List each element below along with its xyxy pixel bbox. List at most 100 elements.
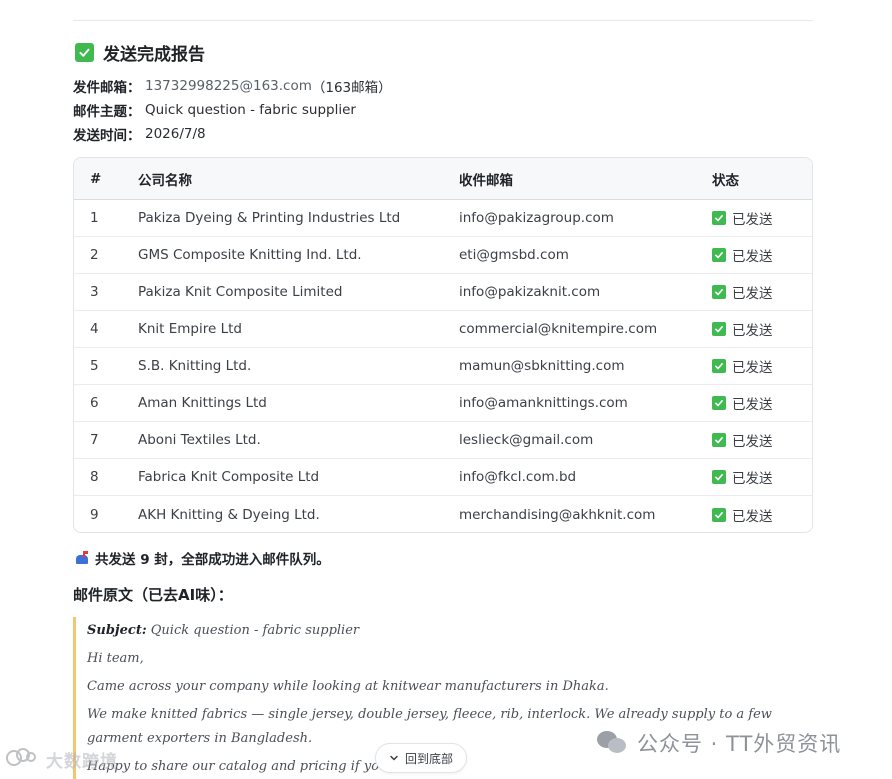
subject-value: Quick question - fabric supplier	[145, 102, 356, 118]
sender-email[interactable]: 13732998225@163.com	[145, 78, 312, 94]
table-row: 5 S.B. Knitting Ltd. mamun@sbknitting.co…	[74, 348, 812, 385]
row-number: 6	[90, 395, 99, 411]
header-status: 状态	[712, 172, 739, 189]
quote-subject-value: Quick question - fabric supplier	[146, 623, 360, 638]
check-mark-icon	[712, 396, 726, 410]
watermark-left-text: 大数跨境	[46, 751, 118, 772]
row-number: 5	[90, 358, 99, 374]
table-header: # 公司名称 收件邮箱 状态	[74, 158, 812, 200]
row-number: 1	[90, 210, 99, 226]
check-mark-icon	[712, 359, 726, 373]
send-summary: 共发送 9 封，全部成功进入邮件队列。	[75, 548, 330, 568]
row-status: 已发送	[712, 430, 812, 450]
report-title: 发送完成报告	[75, 40, 205, 65]
table-row: 4 Knit Empire Ltd commercial@knitempire.…	[74, 311, 812, 348]
top-divider	[73, 20, 813, 21]
row-company: Fabrica Knit Composite Ltd	[138, 469, 320, 485]
row-status: 已发送	[712, 282, 812, 302]
quote-subject-label: Subject:	[87, 623, 147, 638]
check-mark-icon	[712, 322, 726, 336]
table-row: 2 GMS Composite Knitting Ind. Ltd. eti@g…	[74, 237, 812, 274]
row-status: 已发送	[712, 208, 812, 228]
back-to-bottom-label: 回到底部	[404, 751, 453, 766]
row-company: AKH Knitting & Dyeing Ltd.	[138, 506, 320, 523]
row-number: 7	[90, 432, 99, 448]
row-number: 3	[90, 284, 99, 300]
sender-row: 发件邮箱： 13732998225@163.com （163邮箱）	[73, 76, 392, 96]
row-email: info@fkcl.com.bd	[459, 469, 577, 485]
row-email: commercial@knitempire.com	[459, 321, 658, 337]
row-status: 已发送	[712, 467, 812, 487]
quote-subject-line: Subject: Quick question - fabric supplie…	[87, 619, 813, 643]
row-status: 已发送	[712, 356, 812, 376]
watermark-right: 公众号 · TT外贸资讯	[597, 728, 841, 758]
row-status: 已发送	[712, 505, 812, 525]
row-status-text: 已发送	[732, 471, 773, 487]
recipients-table: # 公司名称 收件邮箱 状态 1 Pakiza Dyeing & Printin…	[73, 157, 813, 533]
row-status-text: 已发送	[732, 397, 773, 413]
header-number: #	[90, 170, 102, 187]
time-value: 2026/7/8	[145, 126, 206, 142]
row-status: 已发送	[712, 393, 812, 413]
row-email: info@amanknittings.com	[459, 395, 628, 411]
watermark-left: 大数跨境	[6, 746, 118, 772]
row-company: Aboni Textiles Ltd.	[138, 432, 261, 448]
row-company: Pakiza Dyeing & Printing Industries Ltd	[138, 210, 401, 226]
table-row: 3 Pakiza Knit Composite Limited info@pak…	[74, 274, 812, 311]
check-mark-icon	[712, 211, 726, 225]
time-row: 发送时间： 2026/7/8	[73, 124, 206, 144]
row-company: Aman Knittings Ltd	[138, 395, 267, 411]
sender-note: （163邮箱）	[311, 80, 392, 96]
row-number: 2	[90, 247, 99, 263]
table-row: 7 Aboni Textiles Ltd. leslieck@gmail.com…	[74, 422, 812, 459]
original-email-heading: 邮件原文（已去AI味）：	[73, 586, 233, 604]
row-status-text: 已发送	[732, 323, 773, 339]
table-row: 6 Aman Knittings Ltd info@amanknittings.…	[74, 385, 812, 422]
check-mark-icon	[712, 285, 726, 299]
quote-paragraph: Came across your company while looking a…	[87, 679, 609, 694]
row-status-text: 已发送	[732, 286, 773, 302]
chevron-down-icon	[390, 755, 398, 761]
row-email: info@pakizagroup.com	[459, 210, 614, 226]
back-to-bottom-button[interactable]: 回到底部	[375, 743, 467, 773]
watermark-right-text: 公众号 · TT外贸资讯	[637, 732, 842, 756]
row-number: 9	[90, 506, 99, 523]
row-company: Knit Empire Ltd	[138, 321, 242, 337]
row-number: 4	[90, 321, 99, 337]
row-email: eti@gmsbd.com	[459, 247, 569, 263]
quote-paragraph: Hi team,	[87, 651, 144, 666]
row-status-text: 已发送	[732, 249, 773, 265]
row-company: S.B. Knitting Ltd.	[138, 358, 252, 374]
row-status-text: 已发送	[732, 434, 773, 450]
row-status: 已发送	[712, 245, 812, 265]
summary-text: 共发送 9 封，全部成功进入邮件队列。	[95, 552, 330, 568]
check-mark-icon	[712, 248, 726, 262]
table-row: 1 Pakiza Dyeing & Printing Industries Lt…	[74, 200, 812, 237]
mailbox-icon	[75, 551, 89, 565]
table-row: 8 Fabrica Knit Composite Ltd info@fkcl.c…	[74, 459, 812, 496]
row-status-text: 已发送	[732, 508, 773, 525]
table-row: 9 AKH Knitting & Dyeing Ltd. merchandisi…	[74, 496, 812, 532]
time-label: 发送时间：	[73, 128, 141, 144]
brand-logo-icon	[6, 746, 40, 772]
check-mark-icon	[712, 507, 726, 522]
wechat-icon	[597, 729, 629, 757]
row-email: leslieck@gmail.com	[459, 432, 594, 448]
check-mark-icon	[712, 470, 726, 484]
row-number: 8	[90, 469, 99, 485]
row-email: mamun@sbknitting.com	[459, 358, 625, 374]
row-status: 已发送	[712, 319, 812, 339]
header-company: 公司名称	[138, 172, 192, 189]
subject-label: 邮件主题：	[73, 104, 141, 120]
row-company: GMS Composite Knitting Ind. Ltd.	[138, 247, 362, 263]
report-title-text: 发送完成报告	[103, 45, 205, 65]
row-status-text: 已发送	[732, 360, 773, 376]
row-company: Pakiza Knit Composite Limited	[138, 284, 343, 300]
row-status-text: 已发送	[732, 212, 773, 228]
row-email: info@pakizaknit.com	[459, 284, 601, 300]
row-email: merchandising@akhknit.com	[459, 506, 656, 523]
check-mark-icon	[712, 433, 726, 447]
header-email: 收件邮箱	[459, 172, 513, 189]
subject-row: 邮件主题： Quick question - fabric supplier	[73, 100, 356, 120]
sender-label: 发件邮箱：	[73, 80, 141, 96]
